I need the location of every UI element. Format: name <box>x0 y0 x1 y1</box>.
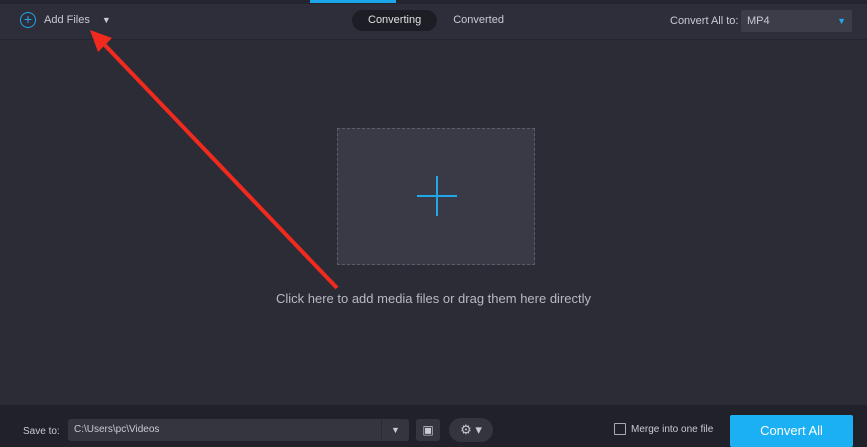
save-path-value: C:\Users\pc\Videos <box>74 424 160 435</box>
tab-converting[interactable]: Converting <box>352 10 438 31</box>
merge-label: Merge into one file <box>631 423 714 435</box>
add-files-label: Add Files <box>44 14 90 26</box>
format-value: MP4 <box>747 15 770 27</box>
convert-all-button[interactable]: Convert All <box>730 415 853 447</box>
chevron-down-icon[interactable]: ▼ <box>102 15 111 25</box>
checkbox[interactable] <box>614 423 626 435</box>
merge-checkbox[interactable]: Merge into one file <box>614 423 713 435</box>
arrow-shaft <box>98 38 339 290</box>
format-select[interactable]: MP4 ▼ <box>741 10 852 32</box>
plus-circle-icon: + <box>20 12 36 28</box>
settings-button[interactable]: ⚙ ▾ <box>449 418 493 442</box>
save-to-label: Save to: <box>23 426 60 437</box>
toolbar: + Add Files ▼ Converting Converted Conve… <box>0 4 867 40</box>
folder-icon: ▣ <box>422 423 434 437</box>
tabs: Converting Converted <box>352 10 520 31</box>
open-folder-button[interactable]: ▣ <box>416 419 440 441</box>
convert-all-to-label: Convert All to: <box>670 15 739 27</box>
footer: Save to: C:\Users\pc\Videos ▼ ▣ ⚙ ▾ Merge… <box>0 405 867 447</box>
chevron-down-icon[interactable]: ▼ <box>381 419 409 441</box>
tab-converted[interactable]: Converted <box>437 10 520 31</box>
plus-icon-vertical <box>436 176 438 216</box>
save-path-field[interactable]: C:\Users\pc\Videos ▼ <box>68 419 409 441</box>
gear-icon: ⚙ ▾ <box>460 422 482 437</box>
add-files-button[interactable]: + Add Files ▼ <box>20 12 111 28</box>
add-media-dropzone[interactable] <box>337 128 535 265</box>
chevron-down-icon: ▼ <box>837 16 846 26</box>
dropzone-hint[interactable]: Click here to add media files or drag th… <box>0 291 867 306</box>
active-indicator <box>310 0 396 3</box>
